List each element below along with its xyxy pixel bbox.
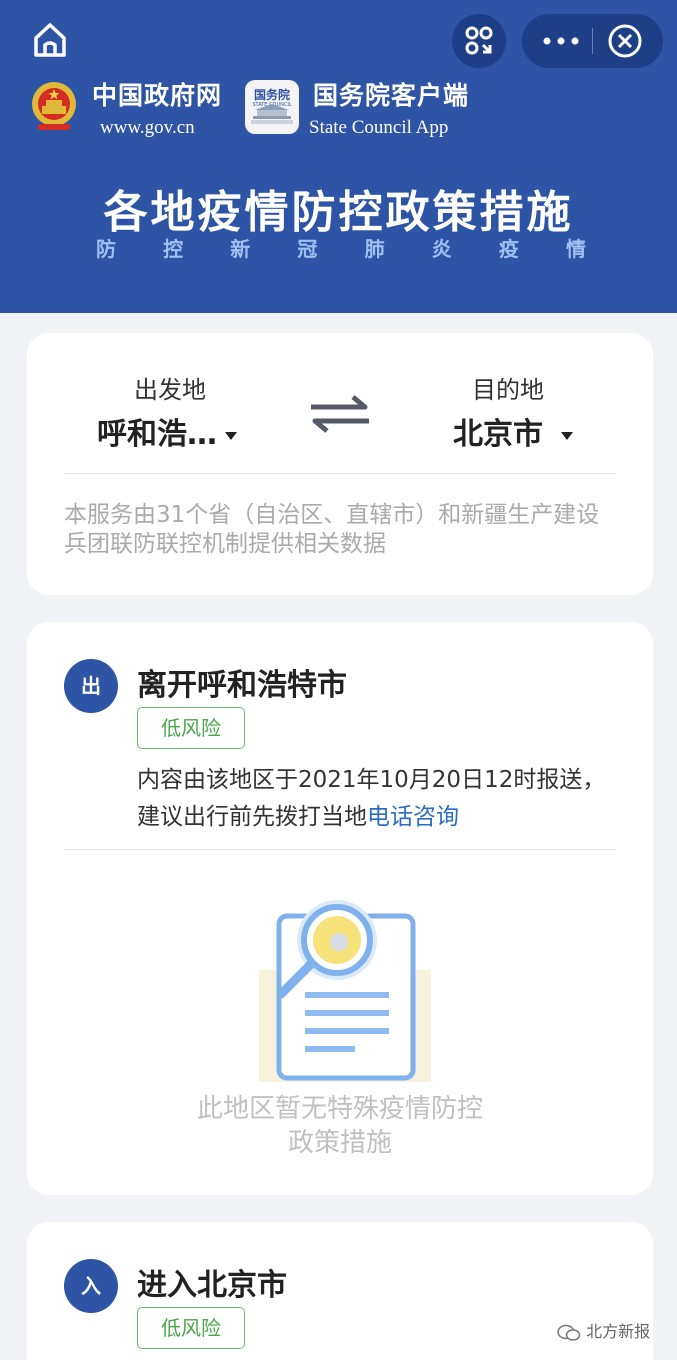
data-source-note: 本服务由31个省（自治区、直辖市）和新疆生产建设兵团联防联控机制提供相关数据 bbox=[64, 502, 600, 557]
subtitle-char: 疫 bbox=[498, 237, 519, 261]
report-info: 内容由该地区于2021年10月20日12时报送，建议出行前先拨打当地电话咨询 bbox=[137, 762, 607, 836]
gov-site-url: www.gov.cn bbox=[100, 117, 195, 138]
wechat-icon bbox=[557, 1324, 581, 1341]
origin-select[interactable]: 呼和浩… bbox=[97, 409, 237, 453]
leave-city-card: 出 离开呼和浩特市 低风险 内容由该地区于2021年10月20日12时报送，建议… bbox=[27, 622, 653, 1195]
scan-icon[interactable] bbox=[452, 14, 506, 68]
destination-value: 北京市 bbox=[453, 417, 543, 452]
risk-level-badge: 低风险 bbox=[137, 707, 245, 749]
leave-title: 离开呼和浩特市 bbox=[137, 668, 347, 703]
state-council-app-icon: 国务院 STATE COUNCIL bbox=[245, 80, 299, 134]
dropdown-arrow-icon bbox=[225, 431, 237, 440]
subtitle-char: 情 bbox=[565, 237, 586, 261]
empty-state-message: 此地区暂无特殊疫情防控 政策措施 bbox=[27, 1092, 653, 1160]
leave-badge: 出 bbox=[64, 659, 118, 713]
dropdown-arrow-icon bbox=[561, 431, 573, 440]
close-icon[interactable] bbox=[607, 23, 643, 59]
subtitle-char: 肺 bbox=[364, 237, 385, 261]
destination-select[interactable]: 北京市 bbox=[453, 409, 573, 453]
watermark-text: 北方新报 bbox=[586, 1322, 651, 1341]
page-title: 各地疫情防控政策措施 bbox=[103, 187, 574, 238]
empty-state-line: 政策措施 bbox=[287, 1128, 392, 1158]
destination-label: 目的地 bbox=[472, 376, 544, 404]
divider bbox=[64, 473, 616, 474]
origin-label: 出发地 bbox=[134, 376, 206, 404]
mini-program-capsule bbox=[522, 14, 663, 68]
route-card: 出发地 呼和浩… 目的地 北京市 本服务由31个省（自治区、直辖市）和新疆生产建… bbox=[27, 333, 653, 595]
subtitle-char: 新 bbox=[230, 237, 251, 261]
enter-badge: 入 bbox=[64, 1259, 118, 1313]
national-emblem-icon bbox=[30, 80, 78, 132]
header-banner: 中国政府网 www.gov.cn 国务院 STATE COUNCIL 国务院客户… bbox=[0, 0, 677, 313]
subtitle-char: 控 bbox=[163, 237, 184, 261]
enter-title: 进入北京市 bbox=[137, 1268, 287, 1303]
more-icon[interactable] bbox=[532, 14, 590, 68]
source-watermark: 北方新报 bbox=[557, 1318, 667, 1344]
origin-value: 呼和浩… bbox=[97, 417, 217, 452]
empty-state-line: 此地区暂无特殊疫情防控 bbox=[196, 1094, 483, 1124]
page-subtitle: 防 控 新 冠 肺 炎 疫 情 bbox=[96, 233, 586, 262]
subtitle-char: 冠 bbox=[297, 237, 318, 261]
app-name: 国务院客户端 bbox=[313, 81, 470, 110]
subtitle-char: 炎 bbox=[431, 237, 452, 261]
phone-consult-link[interactable]: 电话咨询 bbox=[367, 804, 459, 830]
no-policy-illustration bbox=[249, 892, 434, 1087]
risk-level-badge: 低风险 bbox=[137, 1307, 245, 1349]
subtitle-char: 防 bbox=[96, 237, 116, 261]
capsule-divider bbox=[592, 28, 593, 54]
home-icon[interactable] bbox=[28, 18, 72, 62]
divider bbox=[64, 849, 616, 850]
swap-icon[interactable] bbox=[307, 393, 373, 435]
app-english-name: State Council App bbox=[309, 117, 449, 138]
gov-site-name: 中国政府网 bbox=[92, 81, 223, 110]
